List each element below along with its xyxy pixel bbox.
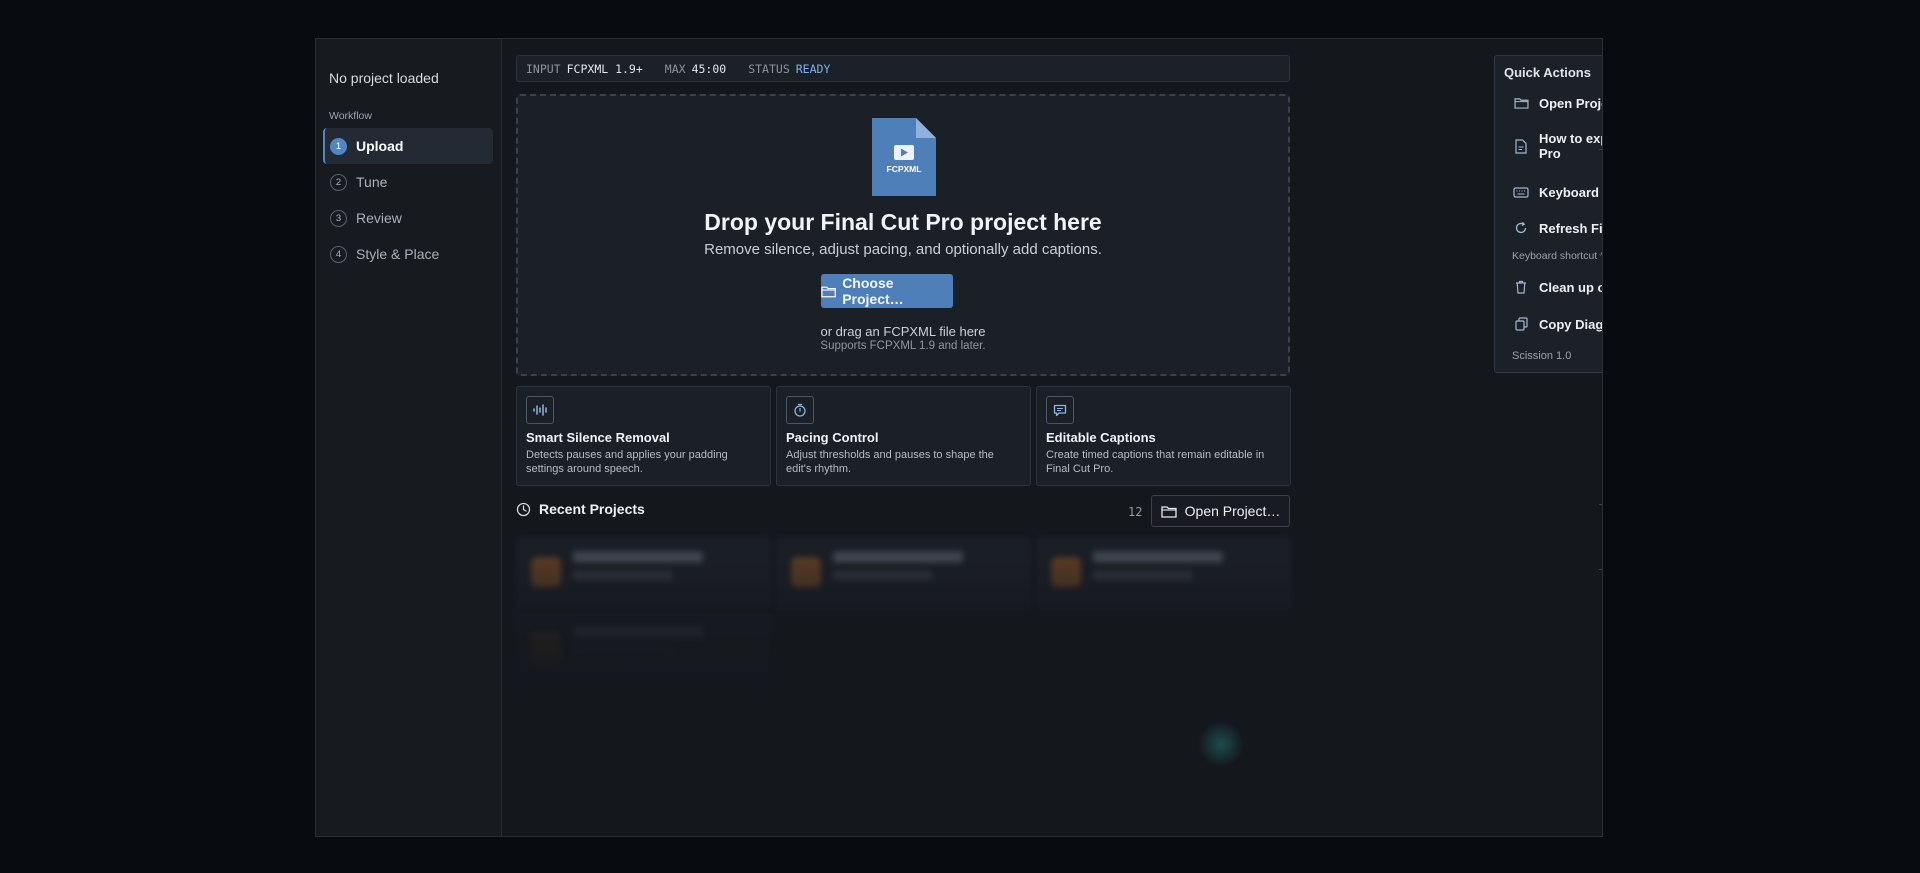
quick-action-clean-up[interactable]: Clean up old caption data…: [1503, 276, 1602, 298]
quick-action-label: How to export from Final Cut Pro: [1539, 131, 1602, 161]
folder-icon: [821, 286, 836, 297]
quick-action-label: Copy Diagnostics: [1539, 316, 1603, 332]
project-status: No project loaded: [329, 70, 439, 86]
open-project-button[interactable]: Open Project…: [1151, 495, 1290, 527]
step-number: 2: [330, 173, 347, 191]
quick-action-copy-diagnostics[interactable]: Copy Diagnostics: [1503, 313, 1603, 335]
list-fade-overlay: [502, 559, 1602, 836]
copy-icon: [1513, 316, 1529, 332]
max-value: 45:00: [691, 61, 727, 76]
main-panel: INPUT FCPXML 1.9+ MAX 45:00 STATUS READY…: [502, 39, 1602, 836]
step-number: 3: [330, 209, 347, 227]
edge-tick: [1599, 329, 1602, 330]
quick-action-label: Open Project…: [1539, 95, 1602, 111]
open-project-label: Open Project…: [1184, 503, 1281, 519]
quick-action-export-help[interactable]: How to export from Final Cut Pro: [1503, 128, 1602, 164]
step-label: Upload: [356, 138, 404, 154]
edge-tick: [1599, 149, 1602, 150]
feature-card-silence: Smart Silence Removal Detects pauses and…: [516, 386, 771, 486]
edge-tick: [1599, 504, 1602, 505]
document-icon: [1513, 138, 1529, 154]
status-bar: INPUT FCPXML 1.9+ MAX 45:00 STATUS READY: [516, 55, 1290, 82]
feature-card-pacing: Pacing Control Adjust thresholds and pau…: [776, 386, 1031, 486]
max-key: MAX: [664, 61, 686, 76]
drop-zone[interactable]: FCPXML Drop your Final Cut Pro project h…: [516, 94, 1290, 376]
status-key: STATUS: [748, 61, 790, 76]
refresh-icon: [1513, 220, 1529, 236]
workflow-step-upload[interactable]: 1 Upload: [323, 128, 493, 164]
quick-action-label: Clean up old caption data…: [1539, 279, 1602, 295]
clock-icon: [516, 502, 531, 516]
shortcut-note: Keyboard shortcut ^⇧⌘R — on: [1512, 250, 1602, 262]
timer-icon: [786, 396, 814, 424]
quick-action-open-project[interactable]: Open Project…: [1503, 92, 1602, 114]
quick-actions-panel: Quick Actions Open Project… How to expor…: [1494, 55, 1603, 373]
recent-projects-title: Recent Projects: [539, 501, 645, 517]
drag-hint: or drag an FCPXML file here: [820, 324, 986, 339]
folder-icon: [1513, 95, 1529, 111]
step-label: Tune: [356, 174, 388, 190]
feature-title: Editable Captions: [1046, 430, 1156, 445]
workflow-step-review[interactable]: 3 Review: [323, 200, 493, 236]
waveform-icon: [526, 396, 554, 424]
step-label: Review: [356, 210, 402, 226]
caption-bubble-icon: [1046, 396, 1074, 424]
folder-icon: [1160, 505, 1177, 518]
supported-formats: Supports FCPXML 1.9 and later.: [820, 340, 986, 352]
keyboard-icon: [1513, 184, 1529, 200]
quick-action-label: Refresh Final Cut…: [1539, 220, 1603, 236]
recent-count: 12: [1128, 505, 1143, 519]
background-glow: [1198, 721, 1244, 767]
app-window: No project loaded Workflow 1 Upload 2 Tu…: [315, 38, 1603, 837]
feature-card-captions: Editable Captions Create timed captions …: [1036, 386, 1291, 486]
recent-projects-header: Recent Projects: [516, 501, 645, 517]
choose-project-button[interactable]: Choose Project…: [821, 274, 953, 308]
feature-title: Smart Silence Removal: [526, 430, 670, 445]
app-version: Scission 1.0: [1512, 350, 1572, 362]
quick-action-refresh[interactable]: Refresh Final Cut…: [1503, 217, 1603, 239]
drop-title: Drop your Final Cut Pro project here: [704, 209, 1102, 235]
drop-subtitle: Remove silence, adjust pacing, and optio…: [704, 241, 1102, 258]
file-icon-label: FCPXML: [887, 164, 922, 174]
quick-action-label: Keyboard Shortcuts: [1539, 184, 1602, 200]
feature-title: Pacing Control: [786, 430, 879, 445]
fcpxml-file-icon: FCPXML: [872, 118, 936, 196]
choose-project-label: Choose Project…: [842, 275, 904, 307]
step-number: 1: [330, 137, 347, 155]
edge-tick: [1599, 254, 1602, 255]
step-number: 4: [330, 245, 347, 263]
edge-tick: [1599, 569, 1602, 570]
feature-description: Detects pauses and applies your padding …: [526, 449, 728, 475]
workflow-label: Workflow: [329, 110, 372, 122]
status-value: READY: [795, 61, 831, 76]
feature-description: Create timed captions that remain editab…: [1046, 449, 1265, 475]
quick-action-keyboard-shortcuts[interactable]: Keyboard Shortcuts: [1503, 181, 1602, 203]
quick-actions-title: Quick Actions: [1504, 65, 1591, 80]
input-key: INPUT: [526, 61, 561, 76]
input-value: FCPXML 1.9+: [566, 61, 643, 76]
step-label: Style & Place: [356, 246, 440, 262]
workflow-step-style-place[interactable]: 4 Style & Place: [323, 236, 493, 272]
feature-description: Adjust thresholds and pauses to shape th…: [786, 449, 994, 475]
sidebar: No project loaded Workflow 1 Upload 2 Tu…: [316, 39, 502, 836]
workflow-step-tune[interactable]: 2 Tune: [323, 164, 493, 200]
trash-icon: [1513, 279, 1529, 295]
